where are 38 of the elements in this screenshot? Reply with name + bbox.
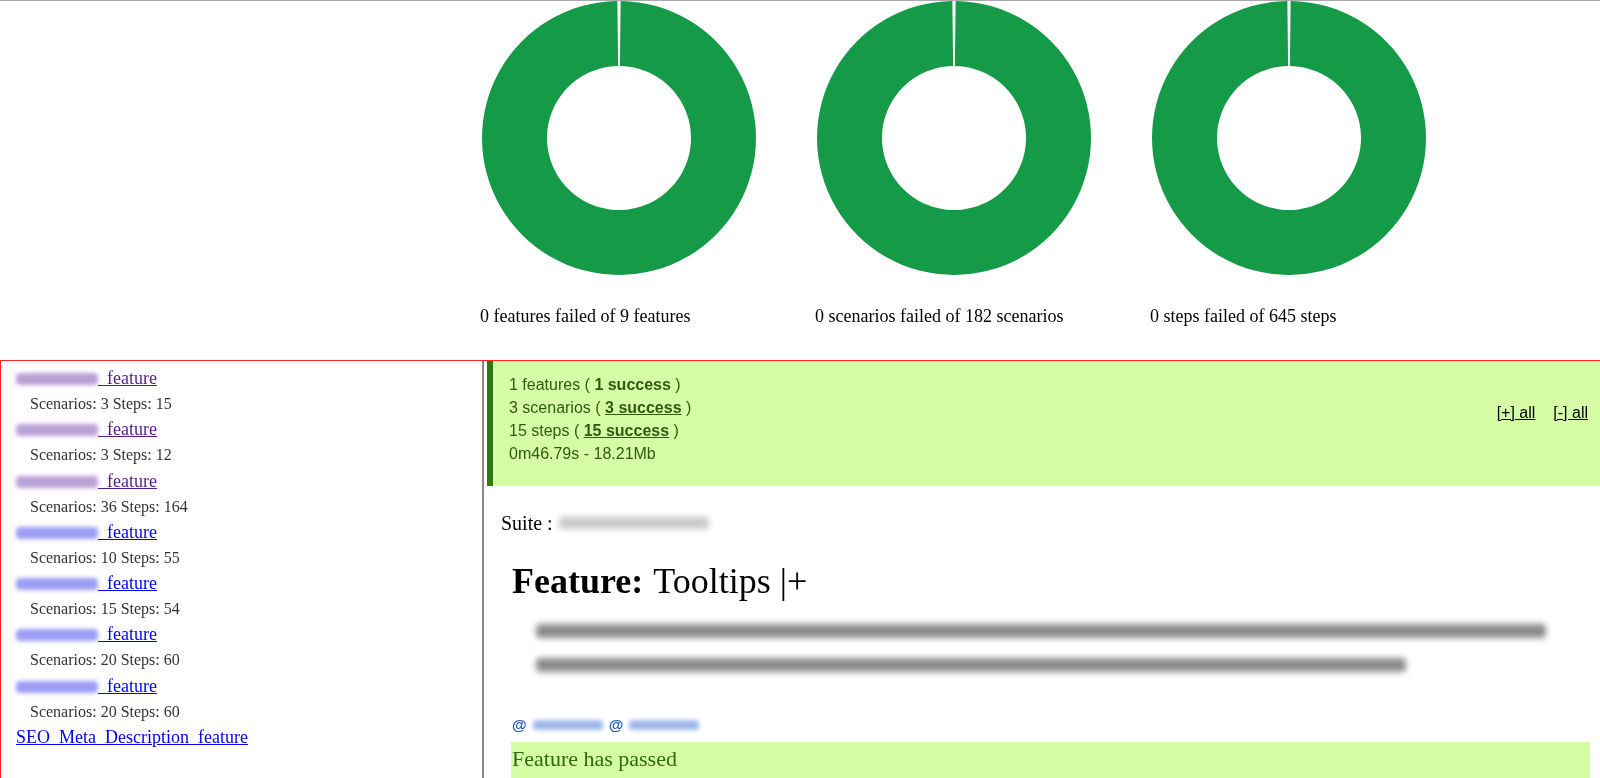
feature-counts: Scenarios: 15 Steps: 54 [29, 599, 181, 620]
feature-counts: Scenarios: 20 Steps: 60 [29, 650, 181, 671]
summary-text: 15 steps ( [509, 421, 581, 441]
feature-counts: Scenarios: 36 Steps: 164 [29, 496, 189, 518]
feature-status-bar: Feature has passed [511, 742, 1590, 778]
feature-link[interactable]: _feature [98, 368, 157, 388]
feature-counts: Scenarios: 3 Steps: 12 [29, 445, 173, 466]
feature-name: Tooltips |+ [653, 559, 808, 603]
feature-counts: Scenarios: 20 Steps: 60 [29, 701, 181, 723]
summary-text: ) [672, 421, 679, 441]
feature-link[interactable]: SEO_Meta_Description_feature [16, 726, 248, 747]
tag-prefix: @ [512, 714, 527, 735]
blurred-text [629, 720, 700, 731]
summary-text: 1 features ( [509, 375, 591, 395]
feature-link[interactable]: _feature [98, 573, 157, 593]
feature-link[interactable]: _feature [98, 470, 157, 491]
chart-caption: 0 scenarios failed of 182 scenarios [815, 305, 1064, 328]
feature-link[interactable]: _feature [98, 521, 157, 542]
feature-link[interactable]: _feature [98, 675, 157, 696]
feature-counts: Scenarios: 3 Steps: 15 [29, 394, 173, 415]
feature-counts: Scenarios: 10 Steps: 55 [29, 547, 181, 569]
success-link[interactable]: 15 success [583, 419, 670, 442]
summary-text: 0m46.79s - 18.21Mb [509, 444, 656, 464]
success-count: 1 success [594, 375, 671, 395]
chart-caption: 0 steps failed of 645 steps [1150, 305, 1337, 328]
chart-caption: 0 features failed of 9 features [480, 305, 691, 328]
feature-link[interactable]: _feature [98, 624, 157, 645]
tag-prefix: @ [608, 714, 624, 735]
summary-text: ) [674, 375, 681, 395]
summary-text: ) [685, 398, 692, 418]
feature-keyword: Feature: [512, 559, 644, 603]
expand-collapse-link[interactable]: [+] all [1496, 401, 1536, 425]
blurred-text [532, 720, 603, 731]
feature-link[interactable]: _feature [98, 419, 157, 440]
expand-collapse-link[interactable]: [-] all [1553, 401, 1588, 425]
suite-label: Suite : [501, 510, 553, 536]
summary-text: 3 scenarios ( [509, 398, 602, 418]
success-link[interactable]: 3 success [605, 396, 682, 419]
